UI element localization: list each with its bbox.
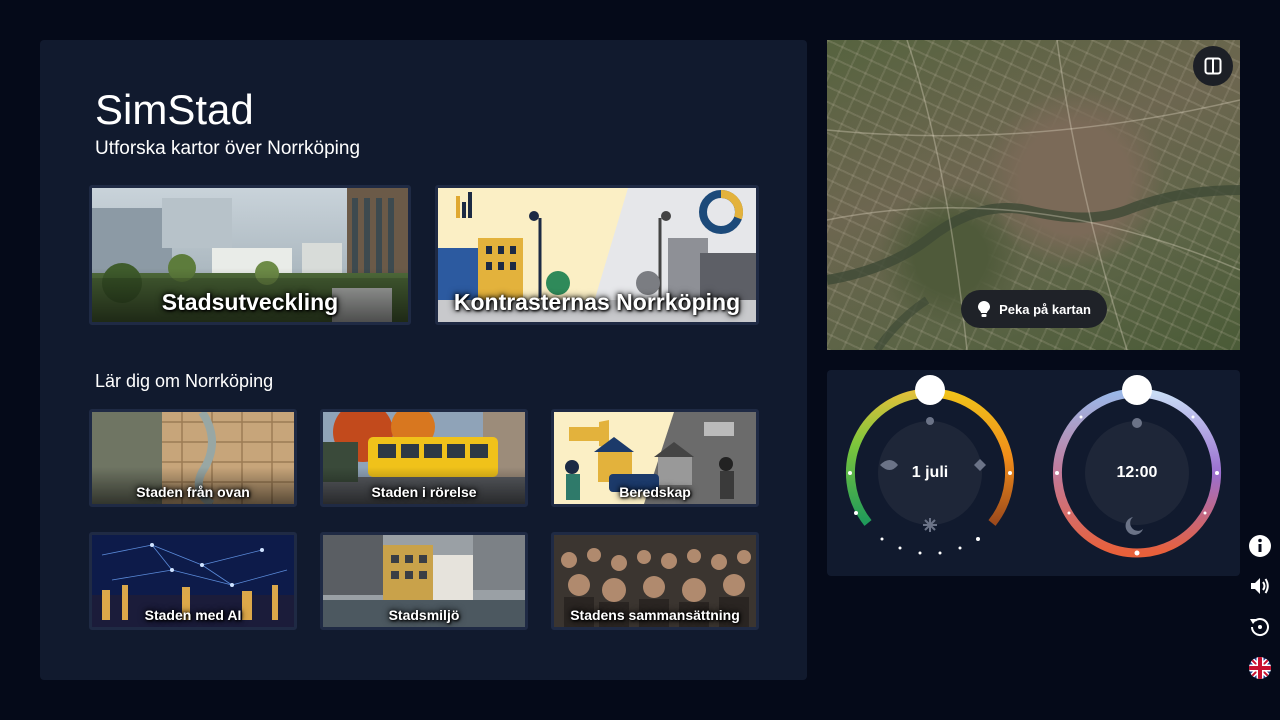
app-title: SimStad [95,86,254,133]
card-staden-fran-ovan[interactable]: Staden från ovan [89,409,297,507]
lightbulb-icon [978,301,991,317]
section-heading: Lär dig om Norrköping [95,371,274,391]
season-dial-value[interactable]: 1 juli [880,464,980,482]
split-view-button[interactable] [1193,46,1233,86]
card-label: Staden från ovan [136,484,250,500]
time-dial-value[interactable]: 12:00 [1087,464,1187,482]
card-kontrasternas-norrkoping[interactable]: Kontrasternas Norrköping [435,185,759,325]
card-stadens-sammansattning[interactable]: Stadens sammansättning [551,532,759,630]
card-stadsutveckling[interactable]: Stadsutveckling [89,185,411,325]
uk-flag-icon[interactable] [1248,656,1272,680]
card-staden-med-ai[interactable]: Staden med AI [89,532,297,630]
card-stadsmiljo[interactable]: Stadsmiljö [320,532,528,630]
main-panel: SimStad Utforska kartor över Norrköping [40,40,807,680]
card-staden-i-rorelse[interactable]: Staden i rörelse [320,409,528,507]
card-label: Stadsutveckling [161,289,339,315]
speaker-icon[interactable] [1248,574,1272,598]
card-label: Staden i rörelse [371,484,477,500]
point-on-map-label: Peka på kartan [999,301,1091,317]
point-on-map-button[interactable]: Peka på kartan [961,290,1107,328]
card-label: Stadsmiljö [388,607,460,623]
card-beredskap[interactable]: Beredskap [551,409,759,507]
split-view-icon [1204,57,1222,75]
card-label: Staden med AI [144,607,242,623]
card-label: Kontrasternas Norrköping [453,289,741,315]
dials-panel: 1 juli 12:00 [827,370,1240,576]
app-subtitle: Utforska kartor över Norrköping [95,138,361,159]
reset-icon[interactable] [1248,615,1272,639]
card-label: Stadens sammansättning [570,607,740,623]
card-label: Beredskap [619,484,691,500]
info-icon[interactable] [1248,534,1272,558]
